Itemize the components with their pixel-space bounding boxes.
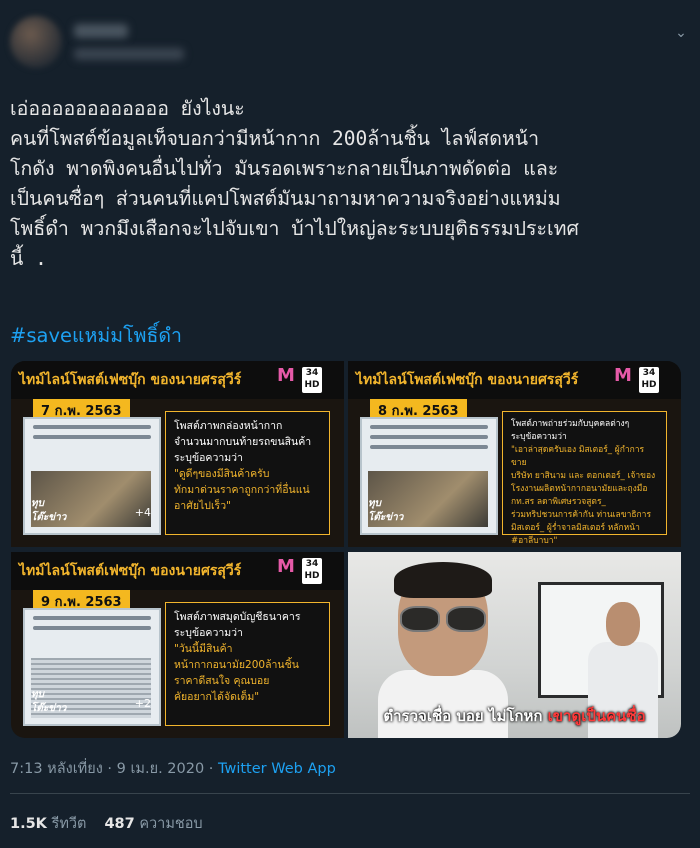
watermark-stamp: ทุบ โต๊ะข่าว (31, 498, 67, 523)
video-frame: ตำรวจเชื่อ บอย ไม่โกหก เขาดูเป็นคนซื่อ (348, 552, 681, 738)
watermark-stamp: ทุบ โต๊ะข่าว (31, 689, 67, 714)
watermark-stamp: ทุบ โต๊ะข่าว (368, 498, 404, 523)
divider (10, 793, 690, 794)
more-photos-count: +2 (134, 697, 151, 710)
media-image-3[interactable]: ไทม์ไลน์โพสต์เฟซบุ๊ก ของนายศรสุวีร์ M 34… (11, 552, 344, 738)
video-subtitle: ตำรวจเชื่อ บอย ไม่โกหก เขาดูเป็นคนซื่อ (383, 707, 646, 725)
channel-logo: M (277, 556, 295, 577)
avatar[interactable] (10, 16, 62, 68)
tweet-meta: 7:13 หลังเที่ยง · 9 เม.ย. 2020 · Twitter… (10, 757, 336, 780)
channel-badge: 34 HD (639, 367, 659, 393)
news-title: ไทม์ไลน์โพสต์เฟซบุ๊ก ของนายศรสุวีร์ (356, 372, 579, 388)
news-panel: ไทม์ไลน์โพสต์เฟซบุ๊ก ของนายศรสุวีร์ M 34… (11, 552, 344, 738)
media-grid: ไทม์ไลน์โพสต์เฟซบุ๊ก ของนายศรสุวีร์ M 34… (11, 361, 681, 738)
likes-stat[interactable]: 487 ความชอบ (104, 816, 202, 832)
channel-badge: 34 HD (302, 367, 322, 393)
tweet-header: ⌄ (10, 14, 690, 70)
news-panel: ไทม์ไลน์โพสต์เฟซบุ๊ก ของนายศรสุวีร์ M 34… (11, 361, 344, 547)
news-title: ไทม์ไลน์โพสต์เฟซบุ๊ก ของนายศรสุวีร์ (19, 372, 242, 388)
media-image-1[interactable]: ไทม์ไลน์โพสต์เฟซบุ๊ก ของนายศรสุวีร์ M 34… (11, 361, 344, 547)
tweet-timestamp[interactable]: 7:13 หลังเที่ยง · 9 เม.ย. 2020 · (10, 761, 218, 777)
news-panel: ไทม์ไลน์โพสต์เฟซบุ๊ก ของนายศรสุวีร์ M 34… (348, 361, 681, 547)
tweet-stats: 1.5K รีทวีต 487 ความชอบ (10, 812, 203, 835)
news-caption: โพสต์ภาพถ่ายร่วมกับบุคคลต่างๆ ระบุข้อควา… (502, 411, 667, 546)
news-title: ไทม์ไลน์โพสต์เฟซบุ๊ก ของนายศรสุวีร์ (19, 563, 242, 579)
media-image-4[interactable]: ตำรวจเชื่อ บอย ไม่โกหก เขาดูเป็นคนซื่อ (348, 552, 681, 738)
tweet-text: เอ่ออออออออออออ ยังไงนะ คนที่โพสต์ข้อมูล… (10, 97, 579, 270)
channel-badge: 34 HD (302, 558, 322, 584)
news-caption: โพสต์ภาพสมุดบัญชีธนาคาร ระบุข้อความว่า "… (165, 602, 330, 726)
author-handle-redacted[interactable] (74, 48, 184, 60)
chevron-down-icon[interactable]: ⌄ (672, 24, 690, 42)
channel-logo: M (277, 365, 295, 386)
channel-logo: M (614, 365, 632, 386)
retweets-stat[interactable]: 1.5K รีทวีต (10, 816, 86, 832)
source-app-link[interactable]: Twitter Web App (218, 761, 336, 777)
more-photos-count: +4 (134, 506, 151, 519)
media-image-2[interactable]: ไทม์ไลน์โพสต์เฟซบุ๊ก ของนายศรสุวีร์ M 34… (348, 361, 681, 547)
author-name-redacted[interactable] (74, 24, 128, 38)
hashtag-link[interactable]: #saveแหม่มโพธิ์ดำ (10, 320, 182, 351)
news-caption: โพสต์ภาพกล่องหน้ากาก จำนวนมากบนท้ายรถขนส… (165, 411, 330, 535)
